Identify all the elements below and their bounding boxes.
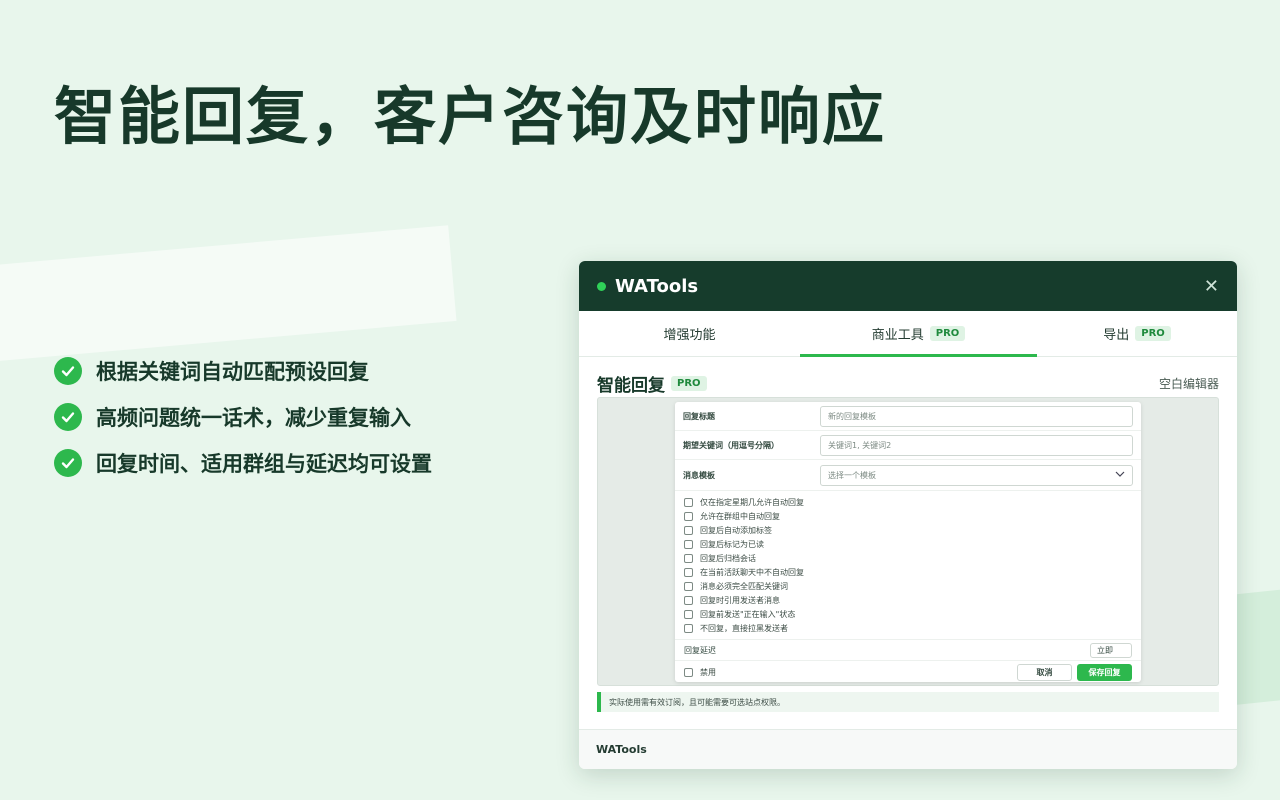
check-circle-icon — [54, 403, 82, 431]
checkbox[interactable] — [684, 595, 693, 605]
tab-enhanced-features[interactable]: 增强功能 — [579, 311, 800, 356]
close-icon[interactable]: ✕ — [1204, 276, 1219, 297]
checkbox[interactable] — [684, 525, 693, 535]
template-select-value: 选择一个模板 — [828, 470, 876, 480]
tab-label: 增强功能 — [663, 328, 716, 343]
template-row: 消息模板 选择一个模板 — [675, 460, 1141, 491]
tab-bar: 增强功能 商业工具 PRO 导出 PRO — [579, 311, 1237, 357]
tab-business-tools[interactable]: 商业工具 PRO — [800, 311, 1037, 357]
pro-badge: PRO — [1135, 326, 1171, 341]
tab-label: 导出 — [1103, 328, 1130, 343]
delay-label: 回复延迟 — [684, 645, 716, 655]
checkbox[interactable] — [684, 623, 693, 633]
option-weekdays[interactable]: 仅在指定星期几允许自动回复 — [684, 495, 1132, 509]
subscription-notice: 实际使用需有效订阅，且可能需要可选站点权限。 — [597, 692, 1219, 712]
blank-editor-link[interactable]: 空白编辑器 — [1159, 375, 1219, 392]
tab-label: 商业工具 — [871, 328, 924, 343]
cancel-button[interactable]: 取消 — [1017, 663, 1072, 681]
reply-title-input[interactable]: 新的回复模板 — [820, 405, 1133, 427]
check-circle-icon — [54, 449, 82, 477]
title-label: 回复标题 — [683, 411, 715, 421]
feature-text: 根据关键词自动匹配预设回复 — [96, 360, 369, 384]
option-quote[interactable]: 回复时引用发送者消息 — [684, 593, 1132, 607]
keywords-input[interactable]: 关键词1, 关键词2 — [820, 434, 1133, 456]
option-groups[interactable]: 允许在群组中自动回复 — [684, 509, 1132, 523]
keywords-label: 期望关键词（用逗号分隔） — [683, 440, 779, 450]
feature-item: 根据关键词自动匹配预设回复 — [54, 348, 432, 394]
save-reply-button[interactable]: 保存回复 — [1077, 663, 1132, 681]
feature-list: 根据关键词自动匹配预设回复 高频问题统一话术，减少重复输入 回复时间、适用群组与… — [54, 348, 432, 486]
title-row: 回复标题 新的回复模板 — [675, 402, 1141, 431]
feature-text: 回复时间、适用群组与延迟均可设置 — [96, 452, 432, 476]
keywords-row: 期望关键词（用逗号分隔） 关键词1, 关键词2 — [675, 431, 1141, 460]
feature-text: 高频问题统一话术，减少重复输入 — [96, 406, 411, 430]
editor-backdrop: 回复标题 新的回复模板 期望关键词（用逗号分隔） 关键词1, 关键词2 消息模板… — [597, 397, 1219, 686]
disable-label: 禁用 — [700, 667, 716, 677]
window-titlebar: WATools ✕ — [579, 261, 1237, 311]
page-headline: 智能回复，客户咨询及时响应 — [54, 80, 887, 153]
feature-item: 回复时间、适用群组与延迟均可设置 — [54, 440, 432, 486]
option-archive[interactable]: 回复后归档会话 — [684, 551, 1132, 565]
decorative-stripe — [0, 225, 457, 364]
template-label: 消息模板 — [683, 470, 715, 480]
checkbox[interactable] — [684, 609, 693, 619]
checkbox[interactable] — [684, 539, 693, 549]
checkbox[interactable] — [684, 553, 693, 563]
delay-row: 回复延迟 立即 — [675, 640, 1141, 661]
window-footer: WATools — [579, 729, 1237, 769]
option-mark-read[interactable]: 回复后标记为已读 — [684, 537, 1132, 551]
tab-export[interactable]: 导出 PRO — [1037, 311, 1237, 356]
checkbox[interactable] — [684, 497, 693, 507]
check-circle-icon — [54, 357, 82, 385]
checkbox[interactable] — [684, 567, 693, 577]
form-footer: 禁用 取消 保存回复 — [675, 661, 1141, 683]
status-dot-icon — [597, 281, 606, 291]
option-block[interactable]: 不回复，直接拉黑发送者 — [684, 621, 1132, 635]
chevron-down-icon — [1115, 470, 1125, 480]
section-title: 智能回复 — [597, 375, 665, 396]
option-exact-match[interactable]: 消息必须完全匹配关键词 — [684, 579, 1132, 593]
options-list: 仅在指定星期几允许自动回复 允许在群组中自动回复 回复后自动添加标签 回复后标记… — [675, 491, 1141, 640]
feature-item: 高频问题统一话术，减少重复输入 — [54, 394, 432, 440]
checkbox[interactable] — [684, 581, 693, 591]
window-title: WATools — [615, 275, 699, 297]
pro-badge: PRO — [671, 375, 707, 391]
option-typing[interactable]: 回复前发送"正在输入"状态 — [684, 607, 1132, 621]
reply-form: 回复标题 新的回复模板 期望关键词（用逗号分隔） 关键词1, 关键词2 消息模板… — [675, 402, 1141, 682]
app-window: WATools ✕ 增强功能 商业工具 PRO 导出 PRO 智能回复 PRO … — [579, 261, 1237, 769]
option-add-label[interactable]: 回复后自动添加标签 — [684, 523, 1132, 537]
section-header: 智能回复 PRO 空白编辑器 — [579, 357, 1237, 397]
option-skip-active[interactable]: 在当前活跃聊天中不自动回复 — [684, 565, 1132, 579]
template-select[interactable]: 选择一个模板 — [820, 464, 1133, 486]
delay-input[interactable]: 立即 — [1090, 642, 1132, 658]
checkbox[interactable] — [684, 511, 693, 521]
pro-badge: PRO — [929, 326, 966, 341]
disable-checkbox[interactable] — [684, 667, 693, 677]
